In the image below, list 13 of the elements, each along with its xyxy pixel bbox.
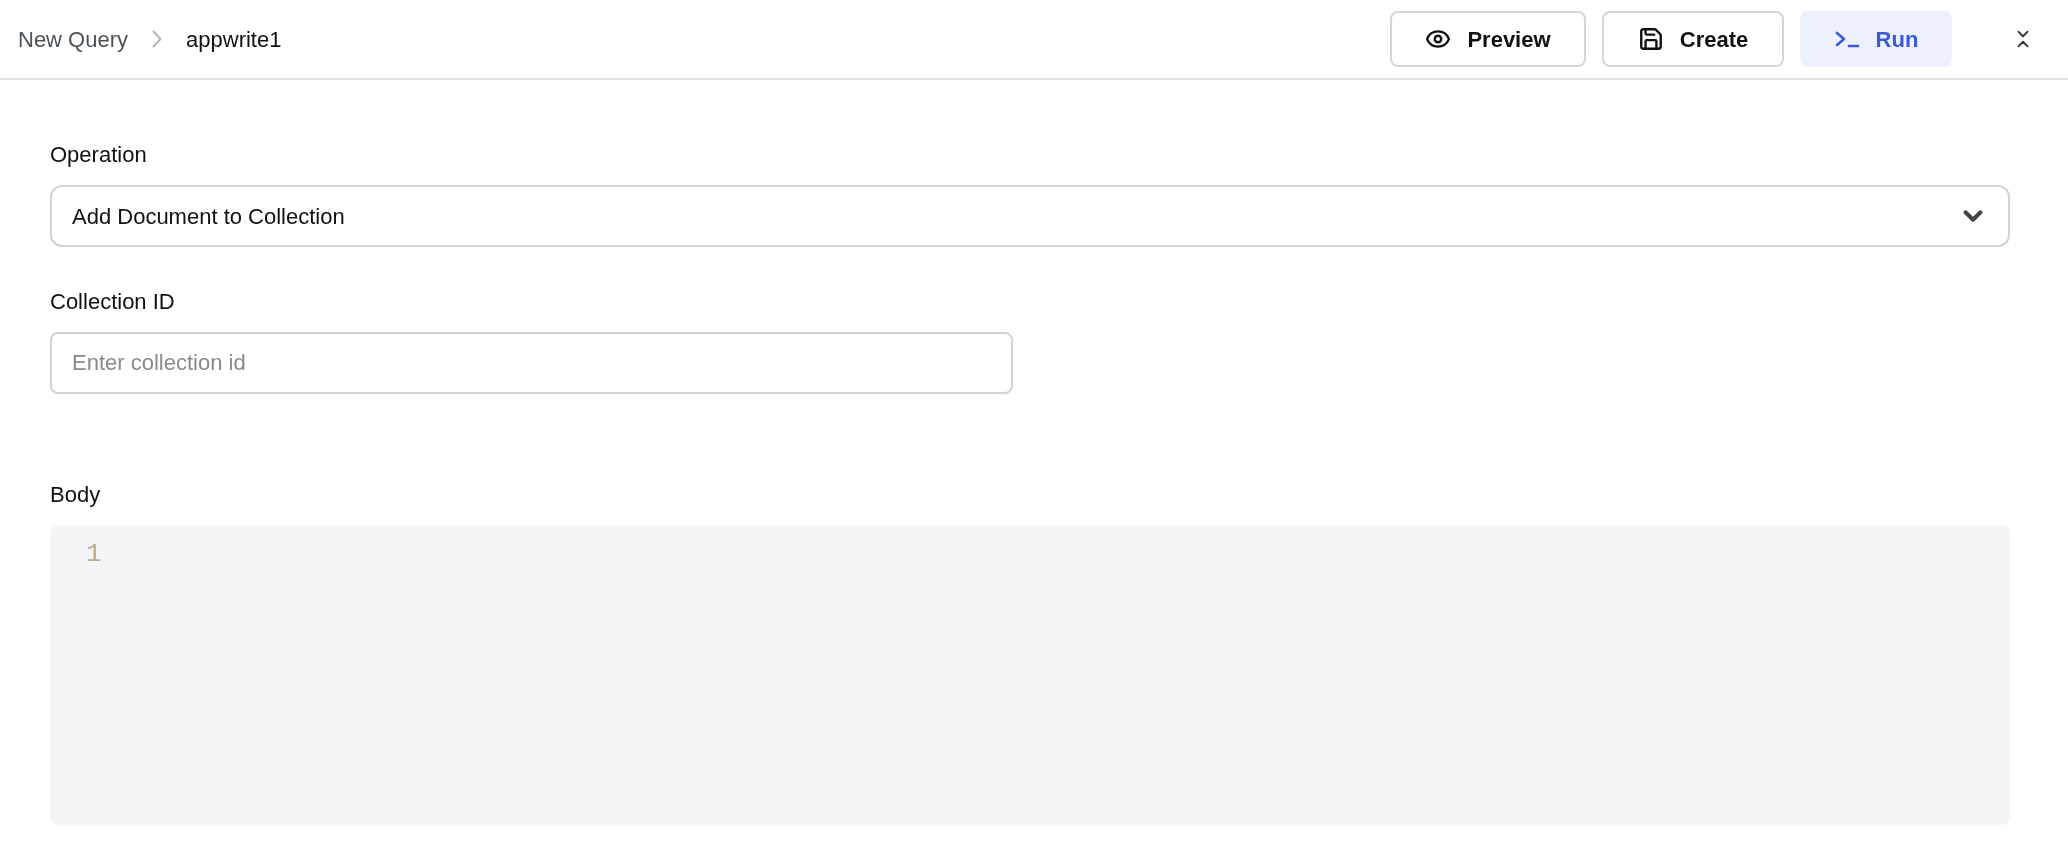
line-number: 1 (86, 538, 102, 571)
breadcrumb-current: appwrite1 (186, 25, 282, 54)
field-label: Operation (50, 141, 147, 169)
preview-button[interactable]: Preview (1390, 11, 1586, 67)
chevron-right-icon (152, 30, 163, 48)
collection-id-input[interactable]: Enter collection id (50, 332, 1013, 394)
create-button[interactable]: Create (1602, 11, 1784, 67)
operation-select[interactable]: Add Document to Collection (50, 185, 2010, 247)
terminal-icon (1833, 29, 1860, 49)
field-label: Body (50, 481, 101, 509)
field-label: Collection ID (50, 288, 175, 316)
run-button[interactable]: Run (1800, 11, 1952, 67)
breadcrumb-link[interactable]: New Query (18, 22, 129, 56)
